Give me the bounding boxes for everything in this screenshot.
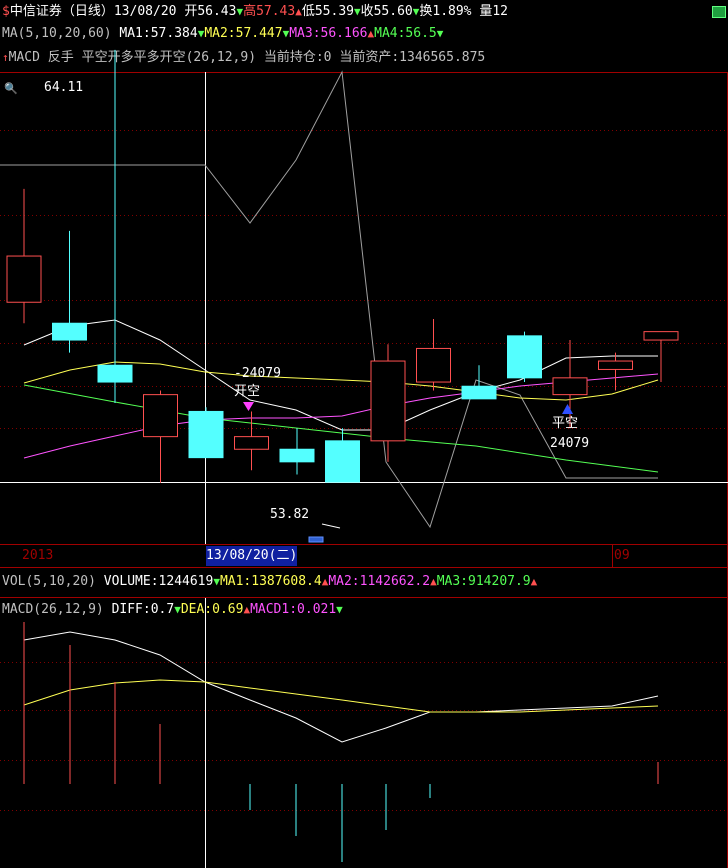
diff-line [23, 631, 659, 743]
open-short-value: -24079 [234, 366, 281, 381]
candle-body [97, 364, 133, 383]
candle-body [416, 347, 451, 383]
candle-body [188, 410, 224, 459]
candle-body [598, 360, 633, 370]
candle-body [552, 377, 588, 396]
kline-chart[interactable] [0, 0, 728, 868]
axis-year: 2013 [22, 548, 54, 563]
open-short-label: 开空 [234, 384, 261, 399]
candle-body [643, 331, 679, 341]
candle-body [52, 322, 87, 341]
low-label: 53.82 [270, 507, 310, 522]
vol-legend: VOL(5,10,20) VOLUME:1244619▼MA1:1387608.… [2, 574, 538, 589]
candle-body [234, 436, 269, 450]
open-short-marker [243, 402, 254, 411]
candle-body [507, 335, 542, 379]
macd-legend: MACD(26,12,9) DIFF:0.7▼DEA:0.69▲MACD1:0.… [2, 602, 343, 617]
axis-cursor-date: 13/08/20(二) [206, 546, 298, 566]
close-short-value: 24079 [550, 436, 590, 451]
close-short-label: 平空 [552, 416, 579, 431]
close-short-marker [562, 404, 573, 414]
high-label: 64.11 [44, 80, 84, 95]
candle-body [279, 448, 315, 463]
candle-body [6, 255, 42, 303]
dea-line [23, 679, 659, 713]
candle-body [325, 440, 360, 483]
candle-body [370, 360, 406, 442]
candle-body [461, 385, 497, 400]
axis-month: 09 [614, 548, 630, 563]
candle-body [143, 394, 178, 438]
scroll-handle [308, 536, 324, 543]
